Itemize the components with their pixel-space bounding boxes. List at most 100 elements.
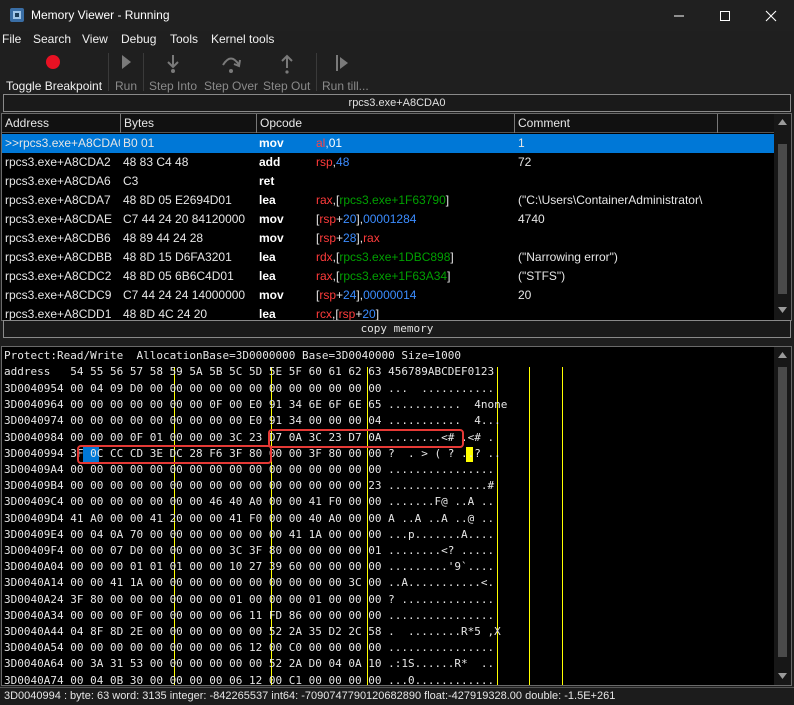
column-header-bytes[interactable]: Bytes xyxy=(121,114,257,133)
hex-row[interactable]: 3D0040A24 3F 80 00 00 00 00 00 00 01 00 … xyxy=(4,592,494,608)
column-header-address[interactable]: Address xyxy=(2,114,121,133)
disassembler-row[interactable]: rpcs3.exe+A8CDD1 48 8D 4C 24 20 lea rcx,[rs… xyxy=(2,305,774,321)
operand-token: ] xyxy=(450,250,454,264)
disassembler-header: Address Bytes Opcode Comment xyxy=(2,114,774,133)
operand-token: rpcs3.exe+1F63790 xyxy=(339,193,446,207)
hex-row[interactable]: 3D00409E4 00 04 0A 70 00 00 00 00 00 00 … xyxy=(4,527,494,543)
operand-token: 28 xyxy=(343,231,357,245)
toggle-breakpoint-label: Toggle Breakpoint xyxy=(6,79,103,93)
hex-row[interactable]: 3D0040964 00 00 00 00 00 00 00 0F 00 E0 … xyxy=(4,397,507,413)
disassembler-row[interactable]: rpcs3.exe+A8CDAE C7 44 24 20 84120000 mov [… xyxy=(2,210,774,229)
step-into-icon xyxy=(167,55,179,73)
hex-scrollbar[interactable] xyxy=(774,347,791,685)
disassembler-row[interactable]: rpcs3.exe+A8CDC9 C7 44 24 24 14000000 mov [… xyxy=(2,286,774,305)
instruction-opcode: lea xyxy=(259,307,276,321)
operand-token: 00001284 xyxy=(363,212,417,226)
hex-row[interactable]: 3D00409D4 41 A0 00 00 41 20 00 00 41 F0 … xyxy=(4,511,494,527)
instruction-bytes: B0 01 xyxy=(123,136,155,150)
hex-row[interactable]: 3D0040A44 04 8F 8D 2E 00 00 00 00 00 00 … xyxy=(4,624,501,640)
disassembler-row[interactable]: rpcs3.exe+A8CDB6 48 89 44 24 28 mov [rsp+28… xyxy=(2,229,774,248)
disassembler-view[interactable]: Address Bytes Opcode Comment >>rpcs3.exe… xyxy=(1,113,792,321)
operand-token: rsp xyxy=(319,288,337,302)
instruction-operands: rdx,[rpcs3.exe+1DBC898] xyxy=(316,248,516,267)
hex-row[interactable]: 3D0040974 00 00 00 00 00 00 00 00 00 E0 … xyxy=(4,413,501,429)
hex-row[interactable]: 3D0040A04 00 00 00 01 01 01 00 00 10 27 … xyxy=(4,559,494,575)
instruction-comment: ("STFS") xyxy=(518,269,566,283)
maximize-button[interactable] xyxy=(702,0,748,31)
instruction-operands: [rsp+24],00000014 xyxy=(316,286,516,305)
hex-row[interactable]: 3D00409F4 00 00 07 D0 00 00 00 00 3C 3F … xyxy=(4,543,494,559)
disassembler-row[interactable]: >>rpcs3.exe+A8CDA0 B0 01 mov al,01 1 xyxy=(2,134,774,153)
hex-row[interactable]: 3D0040A14 00 00 41 1A 00 00 00 00 00 00 … xyxy=(4,575,494,591)
step-out-button[interactable]: Step Out xyxy=(262,49,314,93)
instruction-bytes: 48 89 44 24 28 xyxy=(123,231,204,245)
cheat-engine-icon xyxy=(10,8,24,22)
disassembler-scrollbar[interactable] xyxy=(774,114,791,320)
instruction-operands: al,01 xyxy=(316,134,516,153)
disassembler-row[interactable]: rpcs3.exe+A8CDA2 48 83 C4 48 add rsp,48 72 xyxy=(2,153,774,172)
instruction-address: rpcs3.exe+A8CDAE xyxy=(5,212,113,226)
step-into-label: Step Into xyxy=(149,79,198,93)
disassembler-row[interactable]: rpcs3.exe+A8CDA7 48 8D 05 E2694D01 lea rax,… xyxy=(2,191,774,210)
hex-column-header: address 54 55 56 57 58 59 5A 5B 5C 5D 5E… xyxy=(4,365,495,378)
run-till-button[interactable]: Run till... xyxy=(320,49,372,93)
operand-token: ] xyxy=(447,269,451,283)
instruction-address: rpcs3.exe+A8CDA7 xyxy=(5,193,111,207)
menu-kernel-tools[interactable]: Kernel tools xyxy=(211,32,274,46)
hex-row[interactable]: 3D0040A54 00 00 00 00 00 00 00 00 06 12 … xyxy=(4,640,494,656)
scroll-up-icon xyxy=(778,119,787,125)
operand-token: 48 xyxy=(336,155,350,169)
instruction-comment: 1 xyxy=(518,136,525,150)
maximize-icon xyxy=(720,11,730,21)
column-header-comment[interactable]: Comment xyxy=(515,114,718,133)
hex-row[interactable]: 3D00409B4 00 00 00 00 00 00 00 00 00 00 … xyxy=(4,478,494,494)
hex-view[interactable]: Protect:Read/Write AllocationBase=3D0000… xyxy=(1,346,792,686)
hex-row[interactable]: 3D00409A4 00 00 00 00 00 00 00 00 00 00 … xyxy=(4,462,494,478)
instruction-comment: 72 xyxy=(518,155,532,169)
hex-row[interactable]: 3D00409C4 00 00 00 00 00 00 00 46 40 A0 … xyxy=(4,494,494,510)
scroll-thumb[interactable] xyxy=(778,144,787,294)
menu-debug[interactable]: Debug xyxy=(121,32,156,46)
instruction-opcode: mov xyxy=(259,136,284,150)
instruction-opcode: mov xyxy=(259,288,284,302)
menu-file[interactable]: File xyxy=(2,32,21,46)
operand-token: rsp xyxy=(319,231,337,245)
copy-memory-bar[interactable]: copy memory xyxy=(3,320,791,338)
instruction-opcode: lea xyxy=(259,269,276,283)
instruction-opcode: lea xyxy=(259,193,276,207)
operand-token: rdx xyxy=(316,250,333,264)
step-over-button[interactable]: Step Over xyxy=(204,49,260,93)
scroll-thumb[interactable] xyxy=(778,367,787,657)
hex-row[interactable]: 3D0040A34 00 00 00 0F 00 00 00 00 06 11 … xyxy=(4,608,494,624)
instruction-bytes: C3 xyxy=(123,174,139,188)
step-out-label: Step Out xyxy=(263,79,311,93)
debug-toolbar: Toggle Breakpoint Run Step Into Step Ove… xyxy=(0,49,794,93)
disassembler-row[interactable]: rpcs3.exe+A8CDA6 C3 ret xyxy=(2,172,774,191)
menu-search[interactable]: Search xyxy=(33,32,71,46)
menu-view[interactable]: View xyxy=(82,32,108,46)
minimize-button[interactable] xyxy=(656,0,702,31)
instruction-address: rpcs3.exe+A8CDA6 xyxy=(5,174,111,188)
operand-token: rax xyxy=(363,231,380,245)
disassembler-address-bar[interactable]: rpcs3.exe+A8CDA0 xyxy=(3,94,791,112)
close-button[interactable] xyxy=(748,0,794,31)
step-into-button[interactable]: Step Into xyxy=(148,49,200,93)
column-header-opcode[interactable]: Opcode xyxy=(257,114,515,133)
column-marker xyxy=(529,367,530,685)
menu-tools[interactable]: Tools xyxy=(170,32,198,46)
highlight-box xyxy=(77,445,272,464)
disassembler-row[interactable]: rpcs3.exe+A8CDBB 48 8D 15 D6FA3201 lea rdx,… xyxy=(2,248,774,267)
window-title: Memory Viewer - Running xyxy=(31,8,170,22)
instruction-comment: 4740 xyxy=(518,212,545,226)
close-icon xyxy=(765,10,777,22)
instruction-operands: [rsp+20],00001284 xyxy=(316,210,516,229)
run-button[interactable]: Run xyxy=(113,49,141,93)
instruction-address: rpcs3.exe+A8CDBB xyxy=(5,250,113,264)
hex-row[interactable]: 3D0040954 00 04 09 D0 00 00 00 00 00 00 … xyxy=(4,381,494,397)
menu-bar: File Search View Debug Tools Kernel tool… xyxy=(0,31,794,49)
hex-row[interactable]: 3D0040A74 00 04 0B 30 00 00 00 00 06 12 … xyxy=(4,673,494,685)
instruction-opcode: add xyxy=(259,155,281,169)
hex-row[interactable]: 3D0040A64 00 3A 31 53 00 00 00 00 00 00 … xyxy=(4,656,494,672)
toggle-breakpoint-button[interactable]: Toggle Breakpoint xyxy=(4,49,104,93)
disassembler-row[interactable]: rpcs3.exe+A8CDC2 48 8D 05 6B6C4D01 lea rax,… xyxy=(2,267,774,286)
